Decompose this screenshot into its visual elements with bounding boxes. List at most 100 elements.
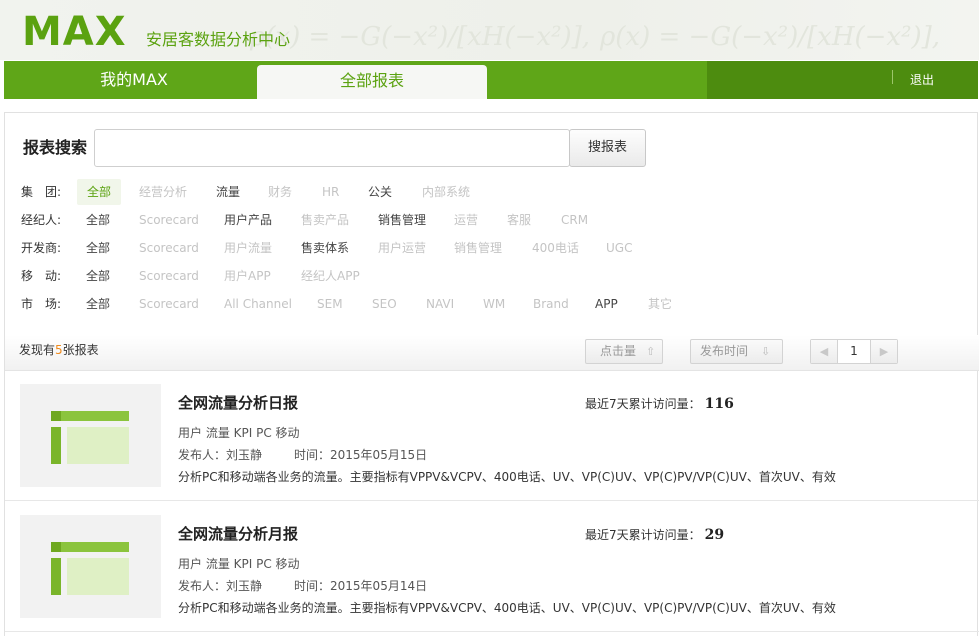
filter-option[interactable]: 售卖体系 [301,235,349,261]
nav-divider [892,70,893,84]
filter-option[interactable]: 全部 [77,179,122,205]
filter-option[interactable]: 公关 [368,179,392,205]
filter-option[interactable]: 经营分析 [139,179,187,205]
report-time: 时间：2015年05月15日 [294,448,428,462]
tab-my-max[interactable]: 我的MAX [64,61,204,99]
report-chart-icon [51,411,129,464]
filter-label: 经纪人: [21,213,62,227]
filter-option[interactable]: APP [595,291,618,317]
filter-option[interactable]: 售卖产品 [301,207,349,233]
filter-option[interactable]: Brand [533,291,569,317]
filter-option[interactable]: WM [483,291,505,317]
filter-option[interactable]: 用户流量 [224,235,272,261]
main-nav: 退出 我的MAX 全部报表 [4,61,978,99]
report-publisher: 发布人：刘玉静 [178,448,263,462]
visit-count-value: 116 [704,396,734,412]
filter-option[interactable]: UGC [606,235,632,261]
filter-option[interactable]: SEO [372,291,397,317]
logout-link[interactable]: 退出 [910,61,950,99]
sort-by-date-label: 发布时间 [700,344,749,358]
header-formula-decoration: ρ(x) = −G(−x²)/[xH(−x²)], [600,22,941,52]
filter-row-mobile: 移 动: 全部 Scorecard 用户APP 经纪人APP [5,263,979,289]
filter-row-developer: 开发商: 全部 Scorecard 用户流量 售卖体系 用户运营 销售管理 40… [5,235,979,261]
report-title[interactable]: 全网流量分析日报 [178,393,298,413]
result-prefix: 发现有 [19,343,56,357]
pager-prev-icon[interactable]: ◀ [811,340,838,363]
visit-count: 最近7天累计访问量： 116 [585,395,734,413]
report-tags: 用户 流量 KPI PC 移动 [178,426,300,440]
pager: ◀ 1 ▶ [810,339,898,364]
arrow-down-icon: ⇩ [761,345,771,358]
filter-option[interactable]: 内部系统 [422,179,470,205]
report-search-input[interactable] [94,129,570,167]
filter-option[interactable]: 销售管理 [454,235,502,261]
filter-option[interactable]: 400电话 [532,235,579,261]
filter-option[interactable]: Scorecard [139,263,199,289]
report-publisher: 发布人：刘玉静 [178,579,263,593]
filter-label: 市 场: [21,297,62,311]
header-formula-decoration: ρ(x) = −G(−x²)/[xH(−x²)], [250,22,591,52]
filter-option[interactable]: Scorecard [139,291,199,317]
max-logo[interactable]: MAX [22,10,127,54]
filter-option[interactable]: 全部 [86,207,110,233]
sort-by-date-button[interactable]: 发布时间 ⇩ [690,339,783,364]
filter-option[interactable]: 全部 [86,235,110,261]
pager-next-icon[interactable]: ▶ [870,340,897,363]
sort-by-clicks-label: 点击量 [600,344,637,358]
report-thumbnail[interactable] [20,384,161,487]
filter-option[interactable]: 流量 [216,179,240,205]
result-count: 5 [55,343,63,357]
content-panel: 报表搜索 搜报表 集 团: 全部 经营分析 流量 财务 HR 公关 内部系统 经… [4,112,979,636]
report-thumbnail[interactable] [20,515,161,618]
filter-option[interactable]: NAVI [426,291,454,317]
filter-option[interactable]: 用户运营 [378,235,426,261]
filter-option[interactable]: 全部 [86,291,110,317]
result-suffix: 张报表 [62,343,99,357]
result-toolbar: 发现有5张报表 点击量 ⇧ 发布时间 ⇩ ◀ 1 ▶ [5,335,979,371]
filter-label: 开发商: [21,241,62,255]
filter-option[interactable]: Scorecard [139,235,199,261]
result-count-text: 发现有5张报表 [19,341,99,359]
visit-count-value: 29 [704,527,725,543]
report-title[interactable]: 全网流量分析月报 [178,524,298,544]
arrow-up-icon: ⇧ [646,345,656,358]
nav-right-panel: 退出 [707,61,978,99]
filter-option[interactable]: All Channel [224,291,292,317]
pager-current-page[interactable]: 1 [838,340,870,363]
visit-count: 最近7天累计访问量： 29 [585,526,724,544]
filter-option[interactable]: Scorecard [139,207,199,233]
filter-label: 移 动: [21,269,62,283]
report-item: 全网流量分析月报 最近7天累计访问量： 29 用户 流量 KPI PC 移动 发布… [5,502,979,632]
site-subtitle: 安居客数据分析中心 [146,30,291,49]
report-meta: 发布人：刘玉静 时间：2015年05月15日 [178,447,427,463]
header: ρ(x) = −G(−x²)/[xH(−x²)], ρ(x) = −G(−x²)… [0,0,979,60]
report-chart-icon [51,542,129,595]
search-reports-button[interactable]: 搜报表 [569,129,646,167]
filter-option[interactable]: 全部 [86,263,110,289]
filter-option[interactable]: 销售管理 [378,207,426,233]
search-label: 报表搜索 [23,138,88,157]
filter-option[interactable]: 运营 [454,207,478,233]
filter-row-market: 市 场: 全部 Scorecard All Channel SEM SEO NA… [5,291,979,317]
filter-option[interactable]: 财务 [268,179,292,205]
report-meta: 发布人：刘玉静 时间：2015年05月14日 [178,578,427,594]
filter-option[interactable]: 客服 [507,207,531,233]
tab-all-reports[interactable]: 全部报表 [257,65,487,99]
visit-count-label: 最近7天累计访问量： [585,528,701,542]
report-description: 分析PC和移动端各业务的流量。主要指标有VPPV&VCPV、400电话、UV、V… [178,601,836,615]
filter-row-agent: 经纪人: 全部 Scorecard 用户产品 售卖产品 销售管理 运营 客服 C… [5,207,979,233]
sort-by-clicks-button[interactable]: 点击量 ⇧ [585,339,663,364]
visit-count-label: 最近7天累计访问量： [585,397,701,411]
filter-option[interactable]: 用户产品 [224,207,272,233]
filter-option[interactable]: HR [322,179,339,205]
report-tags: 用户 流量 KPI PC 移动 [178,557,300,571]
filter-option[interactable]: CRM [561,207,588,233]
filter-label: 集 团: [21,185,62,199]
filter-option[interactable]: 经纪人APP [301,263,360,289]
report-description: 分析PC和移动端各业务的流量。主要指标有VPPV&VCPV、400电话、UV、V… [178,470,836,484]
filter-option[interactable]: SEM [317,291,343,317]
filter-option[interactable]: 其它 [648,291,672,317]
filter-option[interactable]: 用户APP [224,263,271,289]
report-time: 时间：2015年05月14日 [294,579,428,593]
filter-row-group: 集 团: 全部 经营分析 流量 财务 HR 公关 内部系统 [5,179,979,205]
